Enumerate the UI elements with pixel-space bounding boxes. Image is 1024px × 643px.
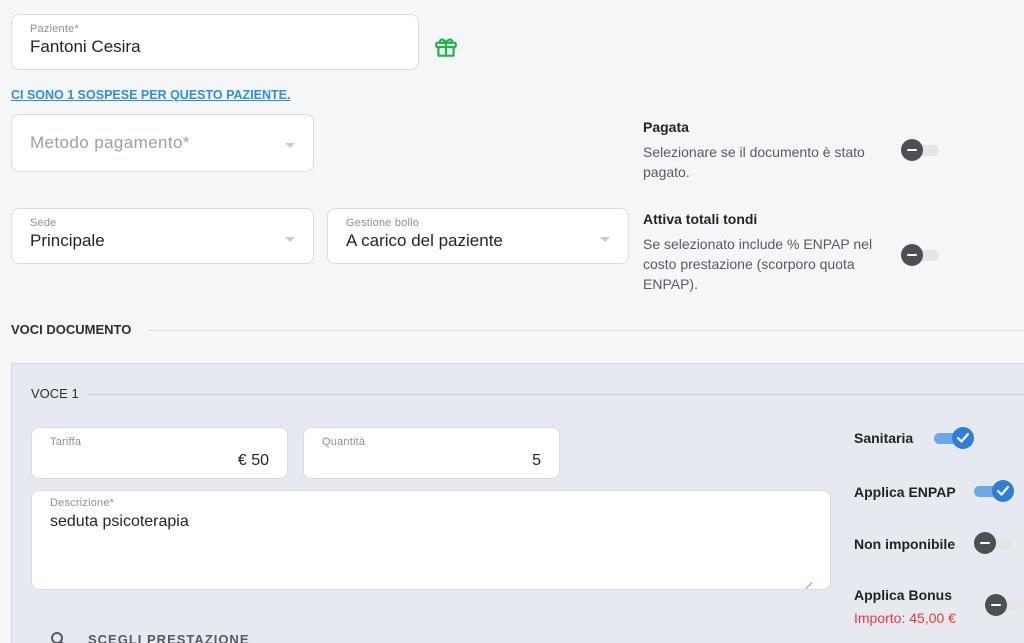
- totali-tondi-toggle[interactable]: [901, 244, 941, 266]
- totali-tondi-description: Se selezionato include % ENPAP nel costo…: [643, 234, 872, 294]
- chevron-down-icon: [285, 143, 295, 148]
- applica-enpap-label: Applica ENPAP: [854, 484, 956, 500]
- sanitaria-label: Sanitaria: [854, 430, 914, 446]
- applica-enpap-toggle[interactable]: [974, 480, 1014, 502]
- chevron-down-icon: [285, 237, 295, 242]
- bollo-label: Gestione bollo: [346, 217, 420, 229]
- pagata-title: Pagata: [643, 119, 689, 135]
- descrizione-value: seduta psicoterapia: [50, 513, 189, 530]
- applica-bonus-label: Applica Bonus: [854, 587, 953, 603]
- quantita-value: 5: [532, 452, 541, 469]
- totali-tondi-title: Attiva totali tondi: [643, 211, 758, 227]
- search-icon[interactable]: [50, 631, 66, 643]
- chevron-down-icon: [600, 237, 610, 242]
- sede-label: Sede: [30, 217, 57, 229]
- bollo-select[interactable]: Gestione bollo A carico del paziente: [327, 208, 629, 264]
- bollo-value: A carico del paziente: [346, 231, 503, 250]
- patient-field[interactable]: Paziente* Fantoni Cesira: [11, 14, 419, 70]
- tariffa-value: € 50: [237, 452, 269, 469]
- totali-desc-line: ENPAP).: [643, 276, 698, 292]
- applica-bonus-toggle[interactable]: [985, 594, 1024, 616]
- payment-method-placeholder: Metodo pagamento*: [30, 133, 190, 152]
- sede-select[interactable]: Sede Principale: [11, 208, 314, 264]
- non-imponibile-label: Non imponibile: [854, 536, 956, 552]
- divider: [148, 330, 1024, 331]
- non-imponibile-toggle[interactable]: [974, 532, 1014, 554]
- tariffa-field[interactable]: Tariffa € 50: [31, 427, 288, 479]
- sanitaria-toggle[interactable]: [934, 427, 974, 449]
- descrizione-label: Descrizione*: [50, 497, 115, 509]
- resize-handle-icon[interactable]: [804, 575, 812, 583]
- quantita-field[interactable]: Quantità 5: [303, 427, 560, 479]
- choose-service-button[interactable]: SCEGLI PRESTAZIONE: [88, 632, 250, 643]
- totali-desc-line: costo prestazione (scorporo quota: [643, 256, 855, 272]
- pagata-description: Selezionare se il documento è stato paga…: [643, 142, 865, 182]
- quantita-label: Quantità: [322, 436, 366, 448]
- pagata-desc-line: Selezionare se il documento è stato: [643, 144, 865, 160]
- gift-icon[interactable]: [433, 34, 459, 60]
- patient-label: Paziente*: [30, 23, 79, 35]
- descrizione-textarea[interactable]: Descrizione* seduta psicoterapia: [31, 490, 831, 590]
- divider: [88, 394, 1024, 395]
- pagata-toggle[interactable]: [901, 139, 941, 161]
- totali-desc-line: Se selezionato include % ENPAP nel: [643, 236, 873, 252]
- voce-title: VOCE 1: [31, 386, 79, 401]
- patient-value: Fantoni Cesira: [30, 37, 141, 56]
- voci-documento-heading: VOCI DOCUMENTO: [11, 322, 132, 337]
- pending-invoices-link[interactable]: CI SONO 1 SOSPESE PER QUESTO PAZIENTE.: [11, 88, 290, 102]
- pagata-desc-line: pagato.: [643, 164, 690, 180]
- payment-method-select[interactable]: Metodo pagamento*: [11, 114, 314, 172]
- bonus-importo: Importo: 45,00 €: [854, 610, 956, 626]
- tariffa-label: Tariffa: [50, 436, 82, 448]
- sede-value: Principale: [30, 231, 105, 250]
